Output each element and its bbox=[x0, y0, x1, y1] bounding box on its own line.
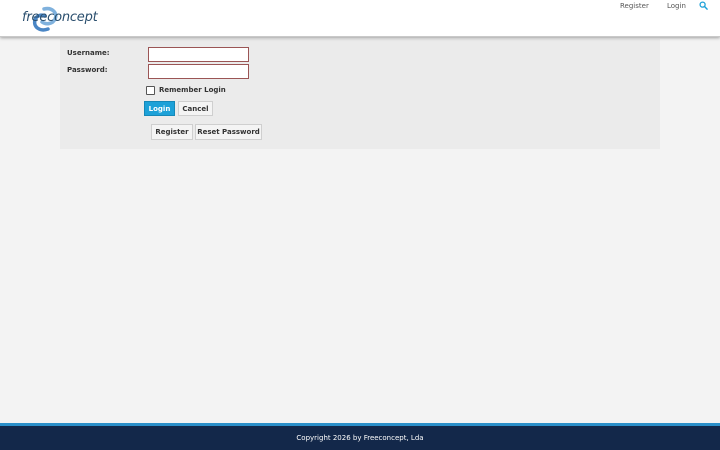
search-icon[interactable] bbox=[699, 1, 709, 11]
username-input[interactable] bbox=[148, 47, 249, 62]
freeconcept-logo[interactable]: freeconcept bbox=[18, 5, 98, 33]
cancel-button[interactable]: Cancel bbox=[178, 101, 213, 116]
register-button[interactable]: Register bbox=[151, 124, 193, 140]
nav-register-link[interactable]: Register bbox=[620, 2, 649, 10]
username-label: Username: bbox=[67, 49, 110, 57]
password-input[interactable] bbox=[148, 64, 249, 79]
remember-login-label[interactable]: Remember Login bbox=[159, 86, 226, 94]
login-panel: Username: Password: Remember Login Login… bbox=[60, 39, 660, 149]
footer: Copyright 2026 by Freeconcept, Lda bbox=[0, 426, 720, 450]
logo-text: freeconcept bbox=[22, 10, 98, 25]
reset-password-button[interactable]: Reset Password bbox=[195, 124, 262, 140]
top-bar: freeconcept Register Login bbox=[0, 0, 720, 37]
remember-login-checkbox[interactable] bbox=[146, 86, 155, 95]
nav-login-link[interactable]: Login bbox=[667, 2, 686, 10]
copyright-text: Copyright 2026 by Freeconcept, Lda bbox=[296, 434, 424, 442]
password-label: Password: bbox=[67, 66, 108, 74]
login-button[interactable]: Login bbox=[144, 101, 175, 116]
